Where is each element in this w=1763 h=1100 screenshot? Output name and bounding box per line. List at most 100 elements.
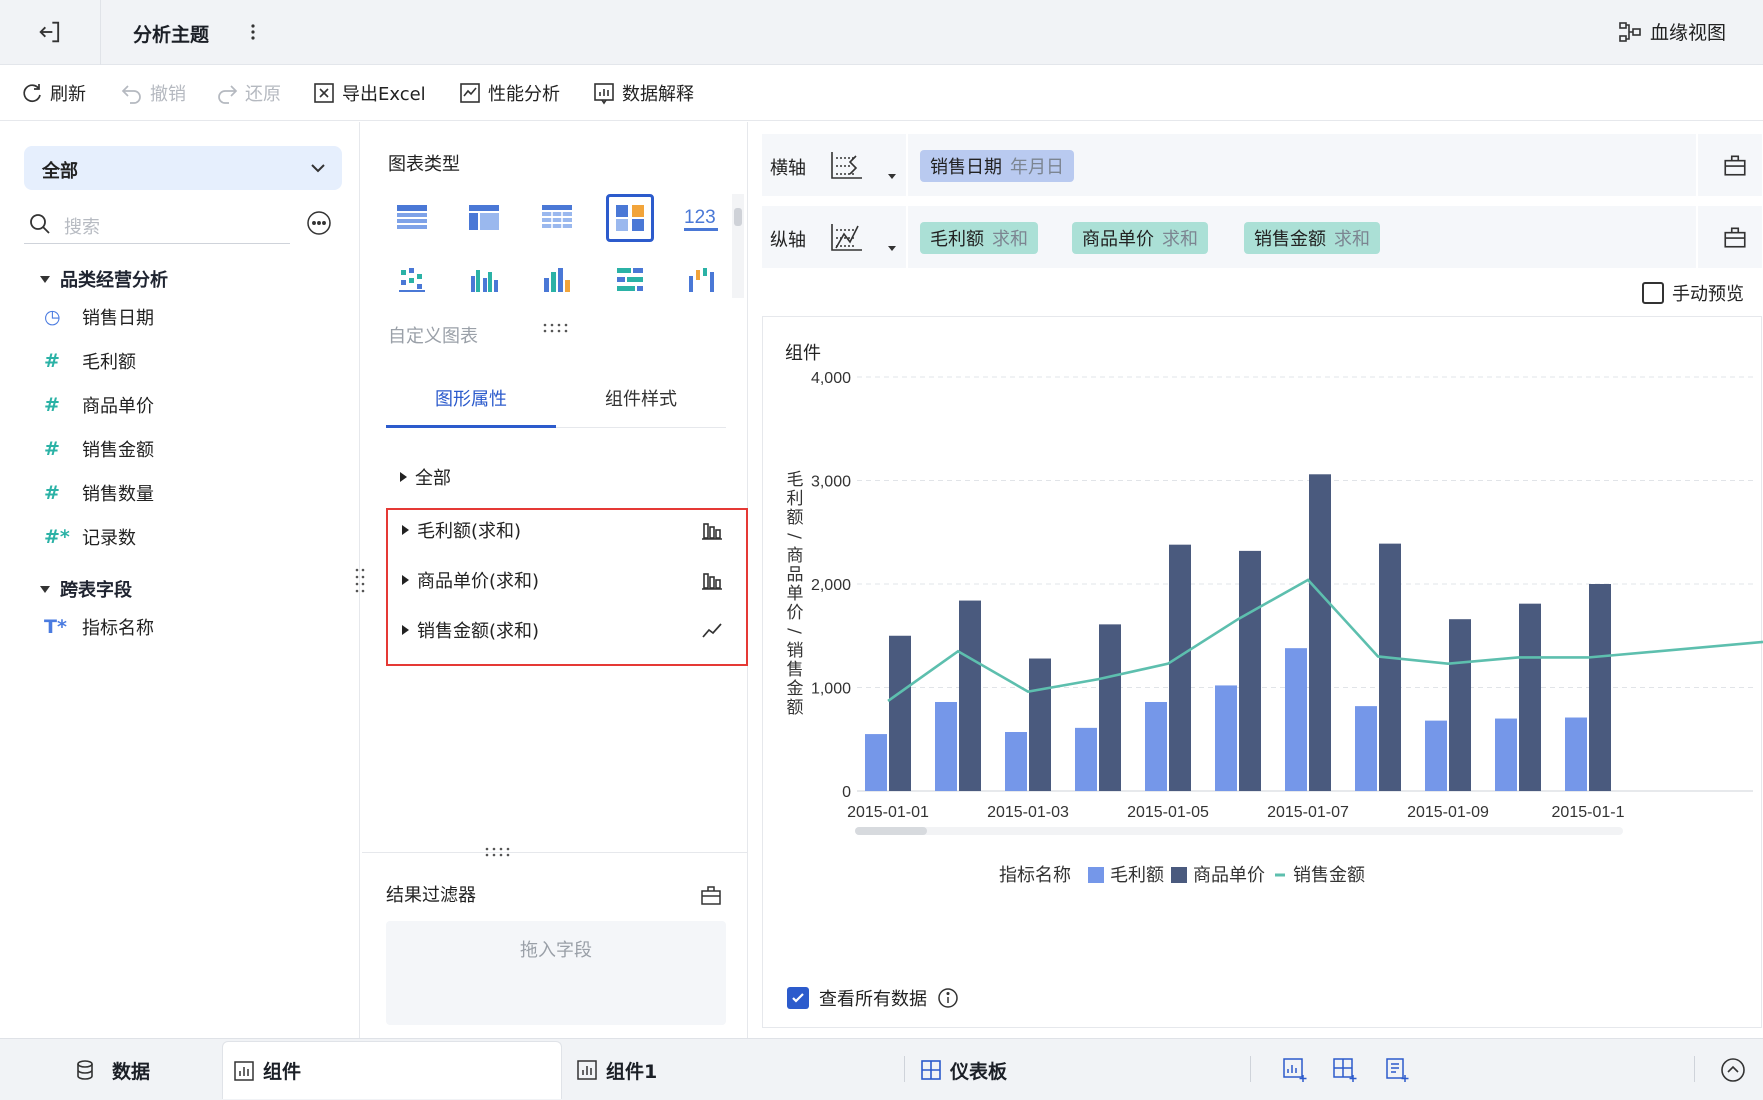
more-options-icon[interactable] [306, 210, 332, 236]
scroll-thumb[interactable] [734, 208, 742, 226]
field-sales-amount[interactable]: # 销售金额 [44, 436, 154, 462]
chart-type-horizontal-bar[interactable] [606, 256, 654, 304]
pill-field: 商品单价 [1082, 229, 1154, 250]
chart-type-dot-plot[interactable] [388, 256, 436, 304]
property-all-row[interactable]: 全部 [400, 464, 451, 490]
field-gross-profit[interactable]: # 毛利额 [44, 348, 136, 374]
more-vertical-icon[interactable] [244, 20, 262, 44]
collapse-up-icon[interactable] [1720, 1057, 1746, 1083]
y-axis-pill-unit-price[interactable]: 商品单价 求和 [1072, 222, 1208, 254]
bar-chart-color-icon [544, 268, 570, 292]
chart-type-grid: 123 [388, 194, 718, 314]
manual-preview-checkbox[interactable] [1642, 282, 1664, 304]
y-axis-pill-gross-profit[interactable]: 毛利额 求和 [920, 222, 1038, 254]
dot-plot-icon [399, 268, 425, 292]
field-sales-date[interactable]: ◷ 销售日期 [44, 304, 154, 330]
redo-icon [218, 85, 238, 104]
y-axis-type-icon[interactable] [826, 218, 866, 258]
exit-icon[interactable] [36, 18, 64, 46]
field-unit-price[interactable]: # 商品单价 [44, 392, 154, 418]
add-report-icon[interactable] [1384, 1057, 1410, 1083]
property-row-gross-profit[interactable]: 毛利额(求和) [402, 515, 732, 545]
field-record-count[interactable]: #* 记录数 [44, 524, 136, 550]
property-row-sales-amount[interactable]: 销售金额(求和) [402, 615, 732, 645]
hash-icon: # [44, 438, 60, 460]
property-row-unit-price[interactable]: 商品单价(求和) [402, 565, 732, 595]
bar-chart-icon[interactable] [700, 518, 724, 542]
x-tick-label: 2015-01-1 [1552, 804, 1625, 821]
bar-unit-price [1449, 619, 1471, 791]
view-all-data-label: 查看所有数据 [819, 989, 927, 1010]
add-component-icon[interactable] [1282, 1057, 1308, 1083]
filter-settings-icon[interactable] [699, 883, 723, 907]
property-label: 销售金额(求和) [417, 621, 540, 642]
performance-analysis-button[interactable]: 性能分析 [458, 80, 560, 106]
refresh-button[interactable]: 刷新 [20, 80, 86, 106]
bar-gross-profit [1565, 717, 1587, 791]
x-tick-label: 2015-01-07 [1267, 804, 1349, 821]
tab-graphic-properties[interactable]: 图形属性 [386, 372, 556, 428]
chart-type-grouped-bar[interactable] [460, 256, 508, 304]
chart-type-waterfall[interactable] [678, 256, 726, 304]
x-axis-caret-icon[interactable] [888, 174, 896, 179]
group-category-analysis[interactable]: 品类经营分析 [40, 266, 168, 292]
tab-component-1[interactable]: 组件1 [576, 1039, 657, 1100]
x-axis-pill-sales-date[interactable]: 销售日期 年月日 [920, 150, 1074, 182]
view-all-data-toggle[interactable]: 查看所有数据 [787, 985, 959, 1011]
divider [906, 206, 908, 268]
x-axis-type-icon[interactable] [826, 146, 866, 186]
field-sales-quantity[interactable]: # 销售数量 [44, 480, 154, 506]
search-input[interactable]: 搜索 [24, 206, 290, 244]
y-axis-label-char: 额 [787, 508, 804, 528]
chart-type-kpi[interactable]: 123 [678, 194, 726, 242]
shelf-settings-icon[interactable] [1722, 224, 1748, 250]
field-label: 指标名称 [82, 618, 154, 639]
field-label: 销售金额 [82, 440, 154, 461]
redo-label: 还原 [245, 84, 281, 105]
drag-handle-icon[interactable] [542, 322, 568, 334]
y-axis-caret-icon[interactable] [888, 246, 896, 251]
chart-type-detail-table[interactable] [533, 194, 581, 242]
lineage-view-button[interactable]: 血缘视图 [1618, 18, 1726, 45]
tab-dashboard[interactable]: 仪表板 [920, 1039, 1007, 1100]
tab-component-active[interactable]: 组件 [222, 1041, 562, 1099]
add-dashboard-icon[interactable] [1332, 1057, 1358, 1083]
check-icon [792, 993, 804, 1003]
view-all-data-checkbox[interactable] [787, 987, 809, 1009]
chart-type-custom-selected[interactable] [606, 194, 654, 242]
field-metric-name[interactable]: T* 指标名称 [44, 614, 154, 640]
shelf-settings-icon[interactable] [1722, 152, 1748, 178]
chart-type-cross-table[interactable] [460, 194, 508, 242]
combo-chart: 4,0003,0002,0001,0000毛利额/商品单价/销售金额2015-0… [784, 370, 1763, 886]
top-bar: 分析主题 血缘视图 [0, 0, 1763, 65]
chart-type-bar[interactable] [533, 256, 581, 304]
group-cross-table-fields[interactable]: 跨表字段 [40, 576, 132, 602]
export-excel-button[interactable]: 导出Excel [312, 80, 426, 106]
filter-drop-zone[interactable]: 拖入字段 [386, 921, 726, 1025]
undo-button[interactable]: 撤销 [120, 80, 186, 106]
expand-triangle-icon [402, 525, 409, 535]
line-chart-icon[interactable] [700, 618, 724, 642]
data-explain-button[interactable]: 数据解释 [592, 80, 694, 106]
pill-field: 销售日期 [930, 157, 1002, 178]
bar-chart-icon[interactable] [700, 568, 724, 592]
custom-chart-link[interactable]: 自定义图表 [388, 322, 478, 348]
number-123-icon: 123 [684, 207, 718, 231]
tab-separator [904, 1056, 905, 1082]
scope-select[interactable]: 全部 [24, 146, 342, 190]
tab-data[interactable]: 数据 [74, 1039, 150, 1100]
x-tick-label: 2015-01-05 [1127, 804, 1209, 821]
chart-type-table[interactable] [388, 194, 436, 242]
manual-preview-toggle[interactable]: 手动预览 [1642, 280, 1744, 306]
bar-unit-price [1029, 658, 1051, 791]
field-label: 记录数 [82, 528, 136, 549]
tab-component-style[interactable]: 组件样式 [556, 372, 726, 428]
y-axis-pill-sales-amount[interactable]: 销售金额 求和 [1244, 222, 1380, 254]
cross-table-icon [469, 205, 499, 230]
search-placeholder: 搜索 [64, 217, 100, 238]
redo-button[interactable]: 还原 [215, 80, 281, 106]
refresh-icon [23, 84, 41, 103]
chart-card: 组件 4,000 3,000 2,000 1,000 0 毛利额 / 商品单价 / 销售金额 201… [762, 316, 1763, 1028]
chart-type-scrollbar[interactable] [732, 194, 744, 298]
info-icon[interactable] [937, 987, 959, 1009]
